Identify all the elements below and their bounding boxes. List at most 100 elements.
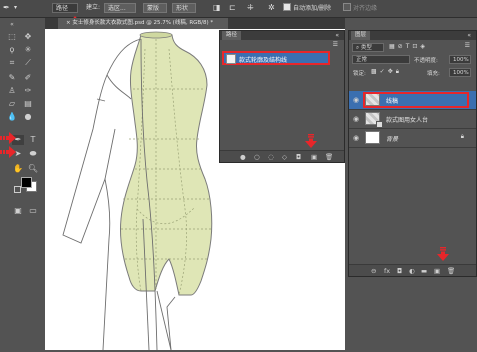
link-layers-icon[interactable]: ⊖ xyxy=(371,267,376,275)
auto-add-delete-label: 自动添加/删除 xyxy=(293,5,332,12)
make-shape-button[interactable]: 形状 xyxy=(172,3,196,13)
foreground-color-swatch[interactable] xyxy=(21,177,32,188)
opacity-input[interactable]: 100% xyxy=(449,55,471,64)
layer-row[interactable]: ◉ 款式图用女人台 xyxy=(349,110,476,129)
lock-icons[interactable]: ▩✓✥🔒︎ xyxy=(371,68,402,76)
load-as-selection-icon[interactable]: ◌ xyxy=(268,153,274,161)
blend-mode-select[interactable]: 正常 xyxy=(352,55,410,64)
layers-panel: 图层 « ⌕ 类型 ▦⊘T⊡◈ ☰ 正常 不透明度: 100% 锁定: ▩✓✥🔒… xyxy=(348,30,477,277)
lock-label: 锁定: xyxy=(353,71,366,77)
lasso-icon[interactable]: ϙ xyxy=(6,45,18,55)
auto-add-delete-check[interactable] xyxy=(283,3,291,11)
document-tab[interactable]: × 女士修身长款大衣款式图.psd @ 25.7% (线稿, RGB/8) * xyxy=(58,18,228,29)
clone-stamp-icon[interactable]: ♙ xyxy=(6,86,18,96)
tools-panel: « ⬚ ✥ ϙ ✳ ⌗ ⟋ ✎ ✐ ♙ ✑ ▱ ▤ 💧 ● ✒ T ➤ ⬬ ✋ … xyxy=(0,18,46,350)
auto-add-delete-checkbox[interactable]: 自动添加/删除 xyxy=(283,3,331,13)
make-label: 建立: xyxy=(86,4,101,11)
align-edges-label: 对齐边缘 xyxy=(353,5,378,12)
fill-path-icon[interactable]: ● xyxy=(240,153,246,161)
make-selection-button[interactable]: 选区... xyxy=(104,3,136,13)
default-colors-icon[interactable] xyxy=(14,186,21,193)
annotation-arrow-down xyxy=(437,247,449,261)
layer-name: 线稿 xyxy=(386,98,399,105)
dress-form-body xyxy=(120,34,213,296)
eye-icon[interactable]: ◉ xyxy=(353,134,359,142)
paths-panel: 路径 « ☰ 款式轮廓及结构线 ● ○ ◌ ◇ ◘ ▣ 🗑︎ xyxy=(219,30,345,163)
layer-style-link[interactable]: fx xyxy=(384,267,390,275)
layer-row[interactable]: ◉ 背景 🔒︎ xyxy=(349,129,476,148)
crop-icon[interactable]: ⌗ xyxy=(6,58,18,68)
annotation-arrow-right xyxy=(0,146,16,158)
move-icon[interactable]: ✥ xyxy=(22,32,34,42)
panel-menu-icon[interactable]: ☰ xyxy=(465,42,470,49)
collapse-arrows-icon[interactable]: « xyxy=(6,20,18,30)
make-work-path-icon[interactable]: ◇ xyxy=(282,153,287,161)
brush-icon[interactable]: ✐ xyxy=(22,73,34,83)
layer-highlight-box xyxy=(363,92,469,108)
panel-collapse-icon[interactable]: « xyxy=(467,31,471,40)
zoom-icon[interactable]: 🔍︎ xyxy=(27,164,39,174)
dodge-icon[interactable]: ● xyxy=(22,112,34,122)
blur-icon[interactable]: 💧 xyxy=(6,112,18,122)
eraser-icon[interactable]: ▱ xyxy=(6,99,18,109)
delete-layer-icon[interactable]: 🗑︎ xyxy=(447,267,455,275)
annotation-arrow-right xyxy=(0,132,16,144)
path-operations-icon[interactable]: ◨ xyxy=(213,3,221,13)
marquee-icon[interactable]: ⬚ xyxy=(6,32,18,42)
lock-icon: 🔒︎ xyxy=(460,133,464,140)
layer-filter-label: 类型 xyxy=(360,45,372,51)
new-layer-icon[interactable]: ▣ xyxy=(434,267,440,275)
pen-tool-icon[interactable]: ✒ xyxy=(3,3,10,13)
path-arrangement-icon[interactable]: ⁜ xyxy=(247,3,254,13)
add-mask-icon[interactable]: ◘ xyxy=(397,267,402,275)
add-mask-icon[interactable]: ◘ xyxy=(296,153,301,161)
screen-mode-icon[interactable]: ▭ xyxy=(27,206,39,216)
gradient-icon[interactable]: ▤ xyxy=(22,99,34,109)
spot-healing-icon[interactable]: ✎ xyxy=(6,73,18,83)
tool-preset-chevron-icon[interactable]: ▾ xyxy=(14,3,17,13)
tab-paths[interactable]: 路径 xyxy=(222,31,242,40)
path-item-label: 款式轮廓及结构线 xyxy=(239,57,288,64)
opacity-label: 不透明度: xyxy=(414,58,438,64)
eye-icon[interactable]: ◉ xyxy=(353,96,359,104)
adjustment-layer-icon[interactable]: ◐ xyxy=(409,267,415,275)
layers-panel-footer: ⊖ fx ◘ ◐ ▬ ▣ 🗑︎ xyxy=(349,264,476,276)
layer-row-selected[interactable]: ◉ 线稿 xyxy=(349,91,476,110)
path-alignment-icon[interactable]: ⊏ xyxy=(229,3,236,13)
path-mode-select[interactable]: 路径 xyxy=(52,3,78,13)
align-edges-check[interactable] xyxy=(343,3,351,11)
hand-icon[interactable]: ✋ xyxy=(12,164,24,174)
magic-wand-icon[interactable]: ✳ xyxy=(22,45,34,55)
new-path-icon[interactable]: ▣ xyxy=(311,153,317,161)
paths-panel-footer: ● ○ ◌ ◇ ◘ ▣ 🗑︎ xyxy=(220,150,344,162)
fill-label: 填充: xyxy=(427,71,440,77)
annotation-arrow-down xyxy=(305,134,317,148)
smart-object-badge xyxy=(376,121,383,128)
panel-menu-icon[interactable]: ☰ xyxy=(333,41,338,48)
stroke-path-icon[interactable]: ○ xyxy=(254,153,260,161)
tab-layers[interactable]: 图层 xyxy=(351,31,371,40)
quick-mask-icon[interactable]: ▣ xyxy=(12,206,24,216)
search-icon: ⌕ xyxy=(356,45,360,51)
layer-filter-icons[interactable]: ▦⊘T⊡◈ xyxy=(389,43,428,50)
path-thumbnail xyxy=(226,54,236,64)
new-group-icon[interactable]: ▬ xyxy=(421,267,427,275)
dress-form-neck xyxy=(139,31,173,39)
make-mask-button[interactable]: 蒙版 xyxy=(143,3,167,13)
layer-name: 背景 xyxy=(386,136,399,143)
eye-icon[interactable]: ◉ xyxy=(353,115,359,123)
blend-mode-value: 正常 xyxy=(356,57,368,63)
type-icon[interactable]: T xyxy=(27,135,39,145)
align-edges-checkbox[interactable]: 对齐边缘 xyxy=(343,3,377,13)
layer-thumbnail xyxy=(365,131,380,144)
path-item-selected[interactable]: 款式轮廓及结构线 xyxy=(222,51,330,65)
ellipse-shape-icon[interactable]: ⬬ xyxy=(27,149,39,159)
delete-path-icon[interactable]: 🗑︎ xyxy=(325,153,333,161)
layer-name: 款式图用女人台 xyxy=(386,117,429,124)
fill-input[interactable]: 100% xyxy=(449,68,471,77)
layer-filter-select[interactable]: ⌕ 类型 xyxy=(352,43,384,52)
eyedropper-icon[interactable]: ⟋ xyxy=(22,58,34,68)
gear-icon[interactable]: ✲ xyxy=(268,3,275,13)
panel-collapse-icon[interactable]: « xyxy=(335,31,339,40)
history-brush-icon[interactable]: ✑ xyxy=(22,86,34,96)
